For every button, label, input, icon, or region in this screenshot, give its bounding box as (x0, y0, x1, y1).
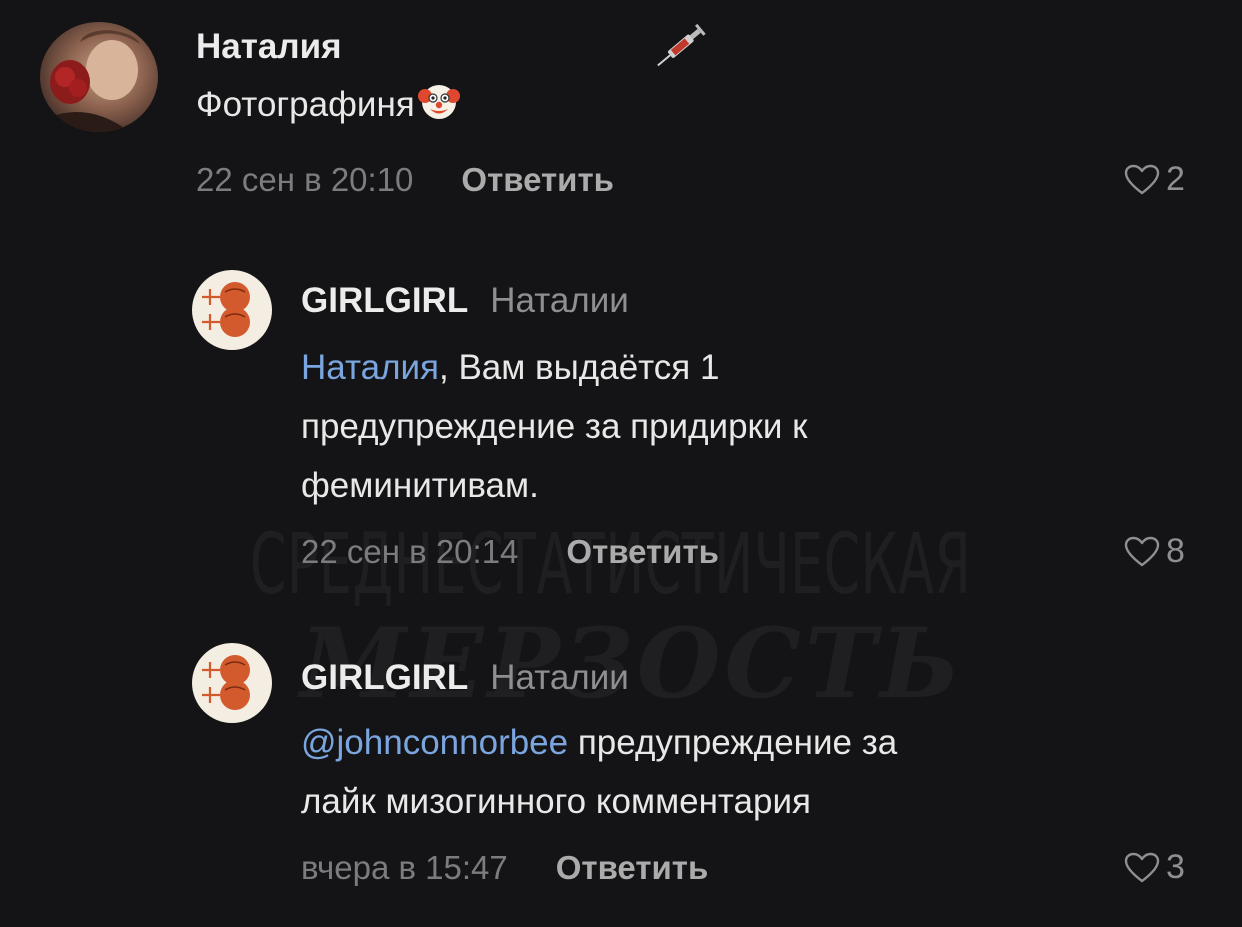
reply-to[interactable]: Наталии (490, 658, 629, 697)
comment-meta: вчера в 15:47 Ответить (301, 849, 708, 887)
comment-text-part: предупреждение за (568, 723, 898, 762)
mention-link[interactable]: @johnconnorbee (301, 723, 568, 762)
comment-text: @johnconnorbee предупреждение за лайк ми… (301, 713, 897, 831)
avatar[interactable] (192, 643, 272, 723)
author-name[interactable]: GIRLGIRL (301, 658, 468, 697)
like-button[interactable]: 3 (1124, 848, 1185, 887)
female-symbols-icon (202, 655, 250, 710)
like-count: 3 (1166, 848, 1185, 886)
comment-time: вчера в 15:47 (301, 849, 508, 886)
comment-text-line1: @johnconnorbee предупреждение за (301, 713, 897, 772)
comment-author[interactable]: GIRLGIRL Наталии (301, 658, 629, 698)
reply-button[interactable]: Ответить (556, 849, 709, 886)
comment-text-line2: лайк мизогинного комментария (301, 782, 811, 821)
heart-icon (1124, 852, 1160, 882)
comment-reply: GIRLGIRL Наталии @johnconnorbee предупреж… (0, 0, 1242, 927)
